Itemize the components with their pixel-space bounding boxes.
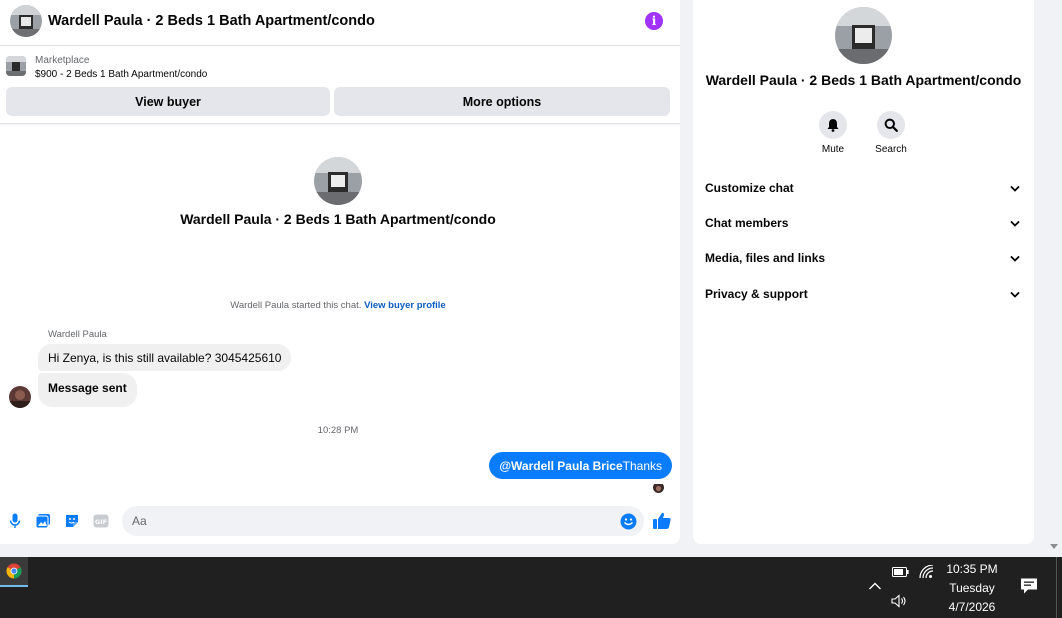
search-label: Search	[875, 144, 907, 155]
chat-header: Wardell Paula · 2 Beds 1 Bath Apartment/…	[0, 0, 680, 46]
mute-button[interactable]: Mute	[805, 111, 861, 155]
emoji-icon[interactable]	[620, 513, 637, 530]
mention[interactable]: @Wardell Paula Brice	[499, 459, 622, 473]
sender-name: Wardell Paula	[48, 329, 107, 340]
info-panel-avatar[interactable]	[835, 7, 892, 64]
more-options-button[interactable]: More options	[334, 87, 670, 116]
chrome-taskbar-button[interactable]	[0, 557, 28, 587]
listing-price-title[interactable]: $900 - 2 Beds 1 Bath Apartment/condo	[35, 69, 207, 80]
media-files-links-row[interactable]: Media, files and links	[693, 243, 1034, 273]
listing-thumbnail[interactable]	[6, 56, 26, 76]
view-buyer-profile-link[interactable]: View buyer profile	[364, 300, 446, 311]
message-input[interactable]	[122, 506, 644, 536]
chat-members-row[interactable]: Chat members	[693, 208, 1034, 238]
conversation-info-panel: Wardell Paula · 2 Beds 1 Bath Apartment/…	[693, 0, 1034, 544]
seen-indicator-avatar	[653, 482, 664, 493]
section-label: Media, files and links	[705, 251, 826, 265]
section-label: Customize chat	[705, 181, 794, 195]
battery-icon[interactable]	[892, 567, 909, 577]
marketplace-listing-bar: Marketplace $900 - 2 Beds 1 Bath Apartme…	[0, 47, 680, 124]
clock-day: Tuesday	[949, 581, 995, 595]
chat-panel: Wardell Paula · 2 Beds 1 Bath Apartment/…	[0, 0, 680, 544]
speaker-icon[interactable]	[891, 594, 909, 608]
info-icon[interactable]: i	[645, 12, 663, 30]
section-label: Privacy & support	[705, 287, 808, 301]
sticker-icon[interactable]	[63, 512, 81, 530]
search-icon	[877, 111, 905, 139]
scroll-down-arrow-icon[interactable]	[1049, 541, 1059, 551]
notifications-icon[interactable]	[1019, 577, 1039, 595]
marketplace-label: Marketplace	[35, 55, 90, 66]
svg-text:GIF: GIF	[95, 518, 107, 526]
microphone-icon[interactable]	[6, 512, 24, 530]
chrome-icon	[6, 563, 22, 579]
chat-started-text: Wardell Paula started this chat.	[230, 300, 362, 311]
outgoing-message-text: Thanks	[622, 458, 662, 473]
privacy-support-row[interactable]: Privacy & support	[693, 279, 1034, 309]
chevron-down-icon	[1010, 292, 1020, 298]
mute-label: Mute	[821, 144, 845, 155]
show-desktop-button[interactable]	[1056, 557, 1062, 618]
bell-icon	[819, 111, 847, 139]
chevron-down-icon	[1010, 186, 1020, 192]
section-label: Chat members	[705, 216, 789, 230]
chevron-up-icon[interactable]	[868, 581, 882, 591]
chevron-down-icon	[1010, 256, 1020, 262]
search-button[interactable]: Search	[863, 111, 919, 155]
sender-avatar[interactable]	[9, 386, 31, 408]
info-panel-title: Wardell Paula · 2 Beds 1 Bath Apartment/…	[705, 72, 1022, 88]
taskbar-clock[interactable]: 10:35 PM Tuesday 4/7/2026	[930, 560, 1014, 617]
photo-icon[interactable]	[34, 512, 52, 530]
incoming-message[interactable]: Message sent	[38, 373, 137, 407]
incoming-message[interactable]: Hi Zenya, is this still available? 30454…	[38, 344, 292, 371]
message-composer: GIF	[0, 504, 680, 540]
thumbs-up-icon[interactable]	[652, 511, 672, 531]
conversation-avatar[interactable]	[10, 5, 42, 37]
chat-started-notice: Wardell Paula started this chat. View bu…	[0, 300, 676, 311]
chevron-down-icon	[1010, 221, 1020, 227]
intro-avatar	[314, 157, 362, 205]
customize-chat-row[interactable]: Customize chat	[693, 173, 1034, 203]
windows-taskbar: 10:35 PM Tuesday 4/7/2026	[0, 557, 1062, 618]
outgoing-message[interactable]: @Wardell Paula Brice Thanks	[489, 452, 672, 479]
intro-title: Wardell Paula · 2 Beds 1 Bath Apartment/…	[180, 211, 496, 227]
clock-date: 4/7/2026	[948, 600, 996, 614]
view-buyer-button[interactable]: View buyer	[6, 87, 330, 116]
conversation-title[interactable]: Wardell Paula · 2 Beds 1 Bath Apartment/…	[48, 13, 375, 29]
clock-time: 10:35 PM	[946, 562, 998, 576]
timestamp-separator: 10:28 PM	[317, 425, 359, 436]
gif-icon[interactable]: GIF	[92, 512, 110, 530]
